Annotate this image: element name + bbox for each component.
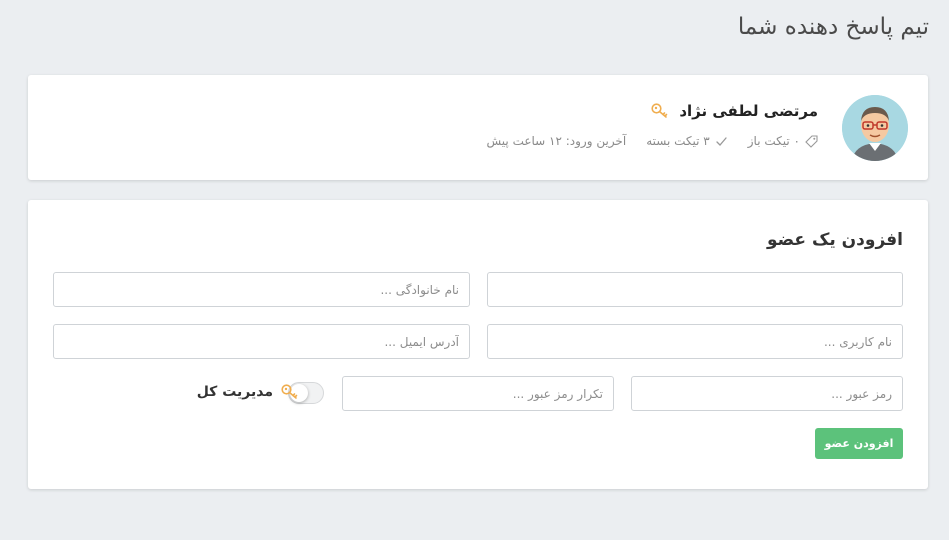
add-member-form: افزودن یک عضو مدیریت کل افزودن عضو xyxy=(28,200,928,489)
first-name-input[interactable] xyxy=(487,272,903,307)
form-title: افزودن یک عضو xyxy=(767,230,903,250)
open-tickets-text: ۰ تیکت باز xyxy=(747,134,800,148)
password-input[interactable] xyxy=(631,376,903,411)
tag-icon xyxy=(805,134,818,148)
person-avatar-icon xyxy=(842,95,908,161)
closed-tickets-text: ۳ تیکت بسته xyxy=(646,134,710,148)
last-name-input[interactable] xyxy=(53,272,470,307)
key-icon xyxy=(281,384,301,400)
username-input[interactable] xyxy=(487,324,903,359)
last-login-stat: آخرین ورود: ۱۲ ساعت پیش xyxy=(487,134,627,148)
email-input[interactable] xyxy=(53,324,470,359)
page-title: تیم پاسخ دهنده شما xyxy=(737,14,929,40)
check-icon xyxy=(715,135,728,148)
add-member-button[interactable]: افزودن عضو xyxy=(815,428,903,459)
admin-label-row: مدیریت کل xyxy=(197,384,301,400)
key-icon xyxy=(651,103,671,119)
member-meta: ۰ تیکت باز ۳ تیکت بسته آخرین ورود: ۱۲ سا… xyxy=(467,134,819,148)
admin-label: مدیریت کل xyxy=(196,384,273,400)
open-tickets-stat: ۰ تیکت باز xyxy=(748,134,818,148)
last-login-text: آخرین ورود: ۱۲ ساعت پیش xyxy=(486,134,627,148)
closed-tickets-stat: ۳ تیکت بسته xyxy=(646,134,728,148)
password-confirm-input[interactable] xyxy=(342,376,614,411)
member-name: مرتضی لطفی نژاد xyxy=(679,102,818,120)
member-name-row: مرتضی لطفی نژاد xyxy=(651,102,818,120)
team-member-card: مرتضی لطفی نژاد ۰ تیکت باز ۳ تیکت بسته آ… xyxy=(28,75,928,180)
